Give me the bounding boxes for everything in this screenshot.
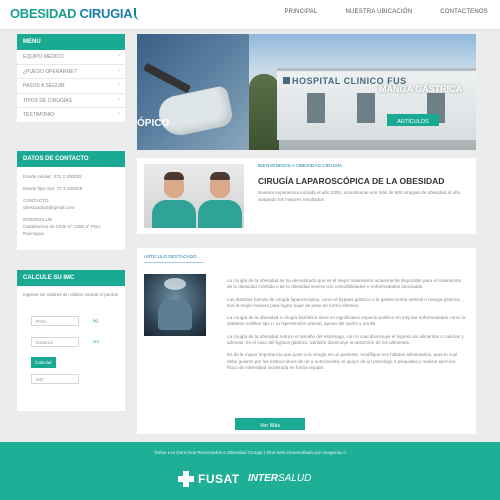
logo-secondary: CIRUGIA xyxy=(79,6,133,21)
sidebar-item-pasos[interactable]: PASOS A SEGUIR › xyxy=(17,79,125,94)
intro-text: Nuestra experiencia iniciada el año 2000… xyxy=(258,190,462,202)
article-paragraph: La cirugía de la obesidad o cirugía bari… xyxy=(227,315,466,327)
site-header: OBESIDAD CIRUGIA PRINCIPAL NUESTRA UBICA… xyxy=(0,0,500,30)
palm-tree-shape xyxy=(249,74,279,150)
intro-title: CIRUGÍA LAPAROSCÓPICA DE LA OBESIDAD xyxy=(258,176,445,186)
sidebar-menu: MENU EQUIPO MÉDICO › ¿PUEDO OPERARME? › PA… xyxy=(17,34,125,123)
sidebar-item-label: TESTIMONIO xyxy=(23,112,55,118)
sidebar-item-equipo[interactable]: EQUIPO MÉDICO › xyxy=(17,50,125,65)
contact-email[interactable]: CONTACTO: obesidadsalt@gmail.com xyxy=(23,197,119,211)
gloved-hand-shape xyxy=(155,84,235,140)
site-logo[interactable]: OBESIDAD CIRUGIA xyxy=(10,6,140,21)
intersalud-logo-a: INTER xyxy=(248,473,278,484)
site-footer: Todos Los Derechos Reservados a Obesidad… xyxy=(0,442,500,500)
surgical-light-shape xyxy=(164,278,186,290)
contact-phone-fixed: Desde fijos Sur: 72 2 200025 xyxy=(23,186,83,191)
imc-body: Ingrese los valores sin utilizar comas n… xyxy=(17,286,125,411)
contact-title: DATOS DE CONTACTO xyxy=(17,151,125,167)
welcome-label: BIENVENIDOS A OBESIDAD CIRUGÍA xyxy=(258,164,343,169)
article-paragraph: La cirugía de la obesidad se ha demostra… xyxy=(227,278,462,290)
imc-calculator: CALCULE SU IMC Ingrese los valores sin u… xyxy=(17,270,125,411)
chevron-right-icon: › xyxy=(118,82,120,88)
intro-section: BIENVENIDOS A OBESIDAD CIRUGÍA CIRUGÍA L… xyxy=(137,158,476,234)
articles-button[interactable]: ARTÍCULOS xyxy=(387,114,439,126)
contact-box: DATOS DE CONTACTO Desde celular: 072 2 2… xyxy=(17,151,125,250)
main-nav: PRINCIPAL NUESTRA UBICACIÓN CONTACTENOS xyxy=(284,9,488,15)
article-label: ARTICULO DESTACADO xyxy=(144,254,197,259)
article-paragraph: La cirugía de la obesidad reduce el tama… xyxy=(227,333,464,346)
sidebar-item-tipos[interactable]: TIPOS DE CIRUGÍAS › xyxy=(17,93,125,108)
building-window xyxy=(307,93,325,123)
imc-result-field[interactable]: IMC xyxy=(31,374,79,384)
featured-article: ARTICULO DESTACADO La cirugía de la obes… xyxy=(137,248,476,434)
hero-slider: ÓPICO HOSPITAL CLINICO FUS MANGA GÁSTRIC… xyxy=(137,34,476,150)
doctor-figure xyxy=(152,170,196,228)
contact-address: INTERSALUD Carabineros de Chile N° 1200 … xyxy=(23,217,102,236)
doctors-photo xyxy=(144,164,244,228)
imc-title: CALCULE SU IMC xyxy=(17,270,125,286)
slide-caption: MANGA GÁSTRICA xyxy=(379,84,463,94)
surgeon-figure xyxy=(158,300,192,330)
height-input[interactable]: Estatura xyxy=(31,337,79,347)
height-unit: cm xyxy=(93,339,100,344)
article-text: La cirugía de la obesidad se ha demostra… xyxy=(227,278,467,377)
sidebar-item-testimonio[interactable]: TESTIMONIO › xyxy=(17,108,125,123)
nav-contactenos[interactable]: CONTACTENOS xyxy=(440,9,488,15)
chevron-right-icon: › xyxy=(118,111,120,117)
chevron-right-icon: › xyxy=(118,53,120,59)
footer-copyright: Todos Los Derechos Reservados a Obesidad… xyxy=(154,450,346,455)
cross-icon xyxy=(178,471,194,487)
chevron-right-icon: › xyxy=(118,67,120,74)
article-paragraph: Es de la mayor importancia que junto a l… xyxy=(227,352,458,370)
divider xyxy=(144,262,204,263)
doctor-figure xyxy=(198,170,242,228)
sidebar-item-label: PASOS A SEGUIR xyxy=(23,83,65,89)
weight-input[interactable]: Peso xyxy=(31,316,79,326)
fusat-logo-text: FUSAT xyxy=(198,472,240,486)
surgery-room-photo xyxy=(144,274,206,336)
surgical-tool-shape xyxy=(143,62,191,94)
contact-body: Desde celular: 072 2 200025 Desde fijos … xyxy=(17,167,125,250)
menu-title: MENU xyxy=(17,34,125,50)
sidebar-item-label: TIPOS DE CIRUGÍAS xyxy=(23,97,72,104)
calculate-button[interactable]: Calcular xyxy=(31,357,56,368)
contact-phone-mobile: Desde celular: 072 2 200025 xyxy=(23,174,82,179)
article-paragraph: Las distintas formas de cirugía laparosc… xyxy=(227,296,461,308)
sidebar-item-operarme[interactable]: ¿PUEDO OPERARME? › xyxy=(17,64,125,79)
surgery-image: ÓPICO xyxy=(137,34,249,150)
slide-caption-left: ÓPICO xyxy=(137,118,170,129)
imc-intro: Ingrese los valores sin utilizar comas n… xyxy=(23,292,118,297)
intersalud-logo[interactable]: INTERSALUD xyxy=(248,473,311,484)
nav-ubicacion[interactable]: NUESTRA UBICACIÓN xyxy=(345,9,412,15)
weight-unit: kg xyxy=(93,318,98,323)
see-more-button[interactable]: Ver Más xyxy=(235,418,305,430)
fusat-logo[interactable]: FUSAT xyxy=(178,468,240,490)
chevron-right-icon: › xyxy=(118,96,120,103)
cross-icon xyxy=(283,77,290,84)
sidebar-item-label: ¿PUEDO OPERARME? xyxy=(23,68,77,75)
building-window xyxy=(357,93,375,123)
sidebar-item-label: EQUIPO MÉDICO xyxy=(23,54,64,60)
logo-main: OBESIDAD xyxy=(10,6,77,21)
intersalud-logo-b: SALUD xyxy=(278,473,312,484)
nav-principal[interactable]: PRINCIPAL xyxy=(284,9,317,15)
logo-mark-icon xyxy=(134,8,140,20)
